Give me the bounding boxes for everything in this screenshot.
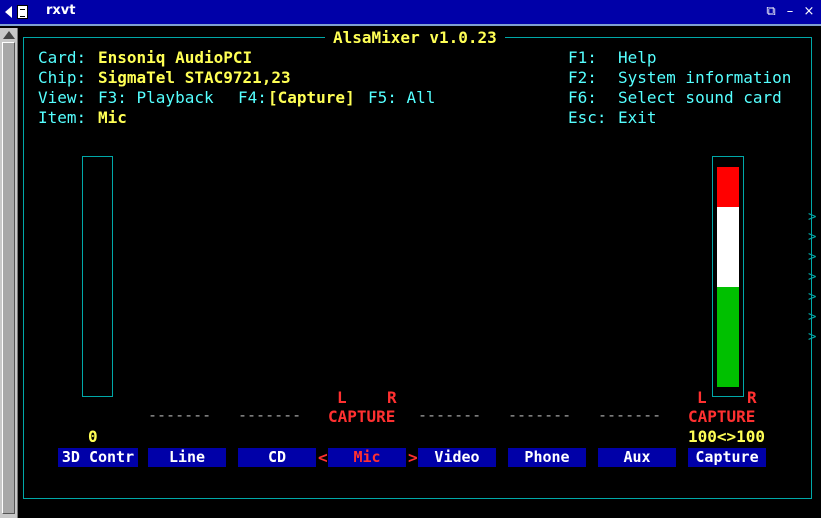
- more-channels-arrow-icon: >: [808, 309, 817, 325]
- capture-meter-red-segment: [717, 167, 739, 207]
- fader-3d-control[interactable]: [82, 156, 113, 397]
- mic-left-marker: L: [337, 388, 347, 407]
- help-text-system-information[interactable]: System information: [618, 68, 791, 88]
- chip-label: Chip:: [38, 68, 87, 87]
- capture-meter-white-segment: [717, 207, 739, 287]
- terminal-document-icon: [17, 5, 28, 19]
- help-text-exit[interactable]: Exit: [618, 108, 657, 128]
- help-key-f6: F6:: [568, 88, 597, 107]
- help-key-f2: F2:: [568, 68, 597, 87]
- more-channels-arrow-icon: >: [808, 269, 817, 285]
- view-label: View:: [38, 88, 87, 107]
- phone-capture-switch[interactable]: -------: [508, 406, 571, 424]
- channel-phone[interactable]: Phone: [508, 448, 586, 467]
- fader-capture[interactable]: [712, 156, 744, 397]
- more-channels-arrow-icon: >: [808, 229, 817, 245]
- item-value: Mic: [98, 108, 127, 127]
- channel-capture[interactable]: Capture: [688, 448, 766, 467]
- selection-right-chevron-icon: >: [408, 448, 418, 467]
- window-title: rxvt: [46, 3, 76, 18]
- video-capture-switch[interactable]: -------: [418, 406, 481, 424]
- view-all-option[interactable]: F5: All: [368, 88, 435, 108]
- selection-left-chevron-icon: <: [318, 448, 328, 467]
- channel-cd[interactable]: CD: [238, 448, 316, 467]
- capture-right-marker: R: [747, 388, 757, 407]
- line-capture-switch[interactable]: -------: [148, 406, 211, 424]
- channel-line[interactable]: Line: [148, 448, 226, 467]
- capture-left-marker: L: [697, 388, 707, 407]
- mic-capture-switch[interactable]: CAPTURE: [328, 407, 395, 427]
- scrollbar-thumb[interactable]: [2, 42, 15, 514]
- minimize-window-icon[interactable]: –: [783, 5, 797, 19]
- more-channels-arrow-icon: >: [808, 329, 817, 345]
- item-label: Item:: [38, 108, 87, 127]
- help-key-esc: Esc:: [568, 108, 607, 127]
- more-channels-arrow-icon: >: [808, 249, 817, 265]
- capture-capture-switch[interactable]: CAPTURE: [688, 407, 755, 427]
- window-titlebar: rxvt ⧉ – ×: [0, 0, 821, 26]
- capture-meter-green-segment: [717, 287, 739, 387]
- 3d-control-value: 0: [88, 427, 98, 446]
- help-text-select-sound-card[interactable]: Select sound card: [618, 88, 782, 108]
- aux-capture-switch[interactable]: -------: [598, 406, 661, 424]
- help-key-f1: F1:: [568, 48, 597, 67]
- app-title: AlsaMixer v1.0.23: [325, 28, 505, 47]
- channel-aux[interactable]: Aux: [598, 448, 676, 467]
- window-menu-arrow-icon[interactable]: [5, 6, 12, 18]
- channel-mic[interactable]: Mic: [328, 448, 406, 467]
- more-channels-arrow-icon: >: [808, 209, 817, 225]
- mic-right-marker: R: [387, 388, 397, 407]
- view-capture-option[interactable]: [Capture]: [268, 88, 355, 108]
- terminal-scrollbar[interactable]: [0, 28, 18, 518]
- scroll-up-arrow-icon[interactable]: [3, 31, 15, 39]
- channel-3d-control[interactable]: 3D Contr: [58, 448, 138, 467]
- view-capture-key[interactable]: F4:: [238, 88, 267, 108]
- view-playback-option[interactable]: F3: Playback: [98, 88, 214, 108]
- cd-capture-switch[interactable]: -------: [238, 406, 301, 424]
- channel-video[interactable]: Video: [418, 448, 496, 467]
- close-window-icon[interactable]: ×: [802, 5, 816, 19]
- chip-value: SigmaTel STAC9721,23: [98, 68, 291, 87]
- capture-value: 100<>100: [688, 427, 766, 446]
- help-text-help[interactable]: Help: [618, 48, 657, 68]
- restore-window-icon[interactable]: ⧉: [764, 5, 778, 19]
- terminal-area[interactable]: AlsaMixer v1.0.23 Card: Ensoniq AudioPCI…: [19, 28, 821, 518]
- more-channels-arrow-icon: >: [808, 289, 817, 305]
- card-label: Card:: [38, 48, 87, 67]
- card-value: Ensoniq AudioPCI: [98, 48, 253, 67]
